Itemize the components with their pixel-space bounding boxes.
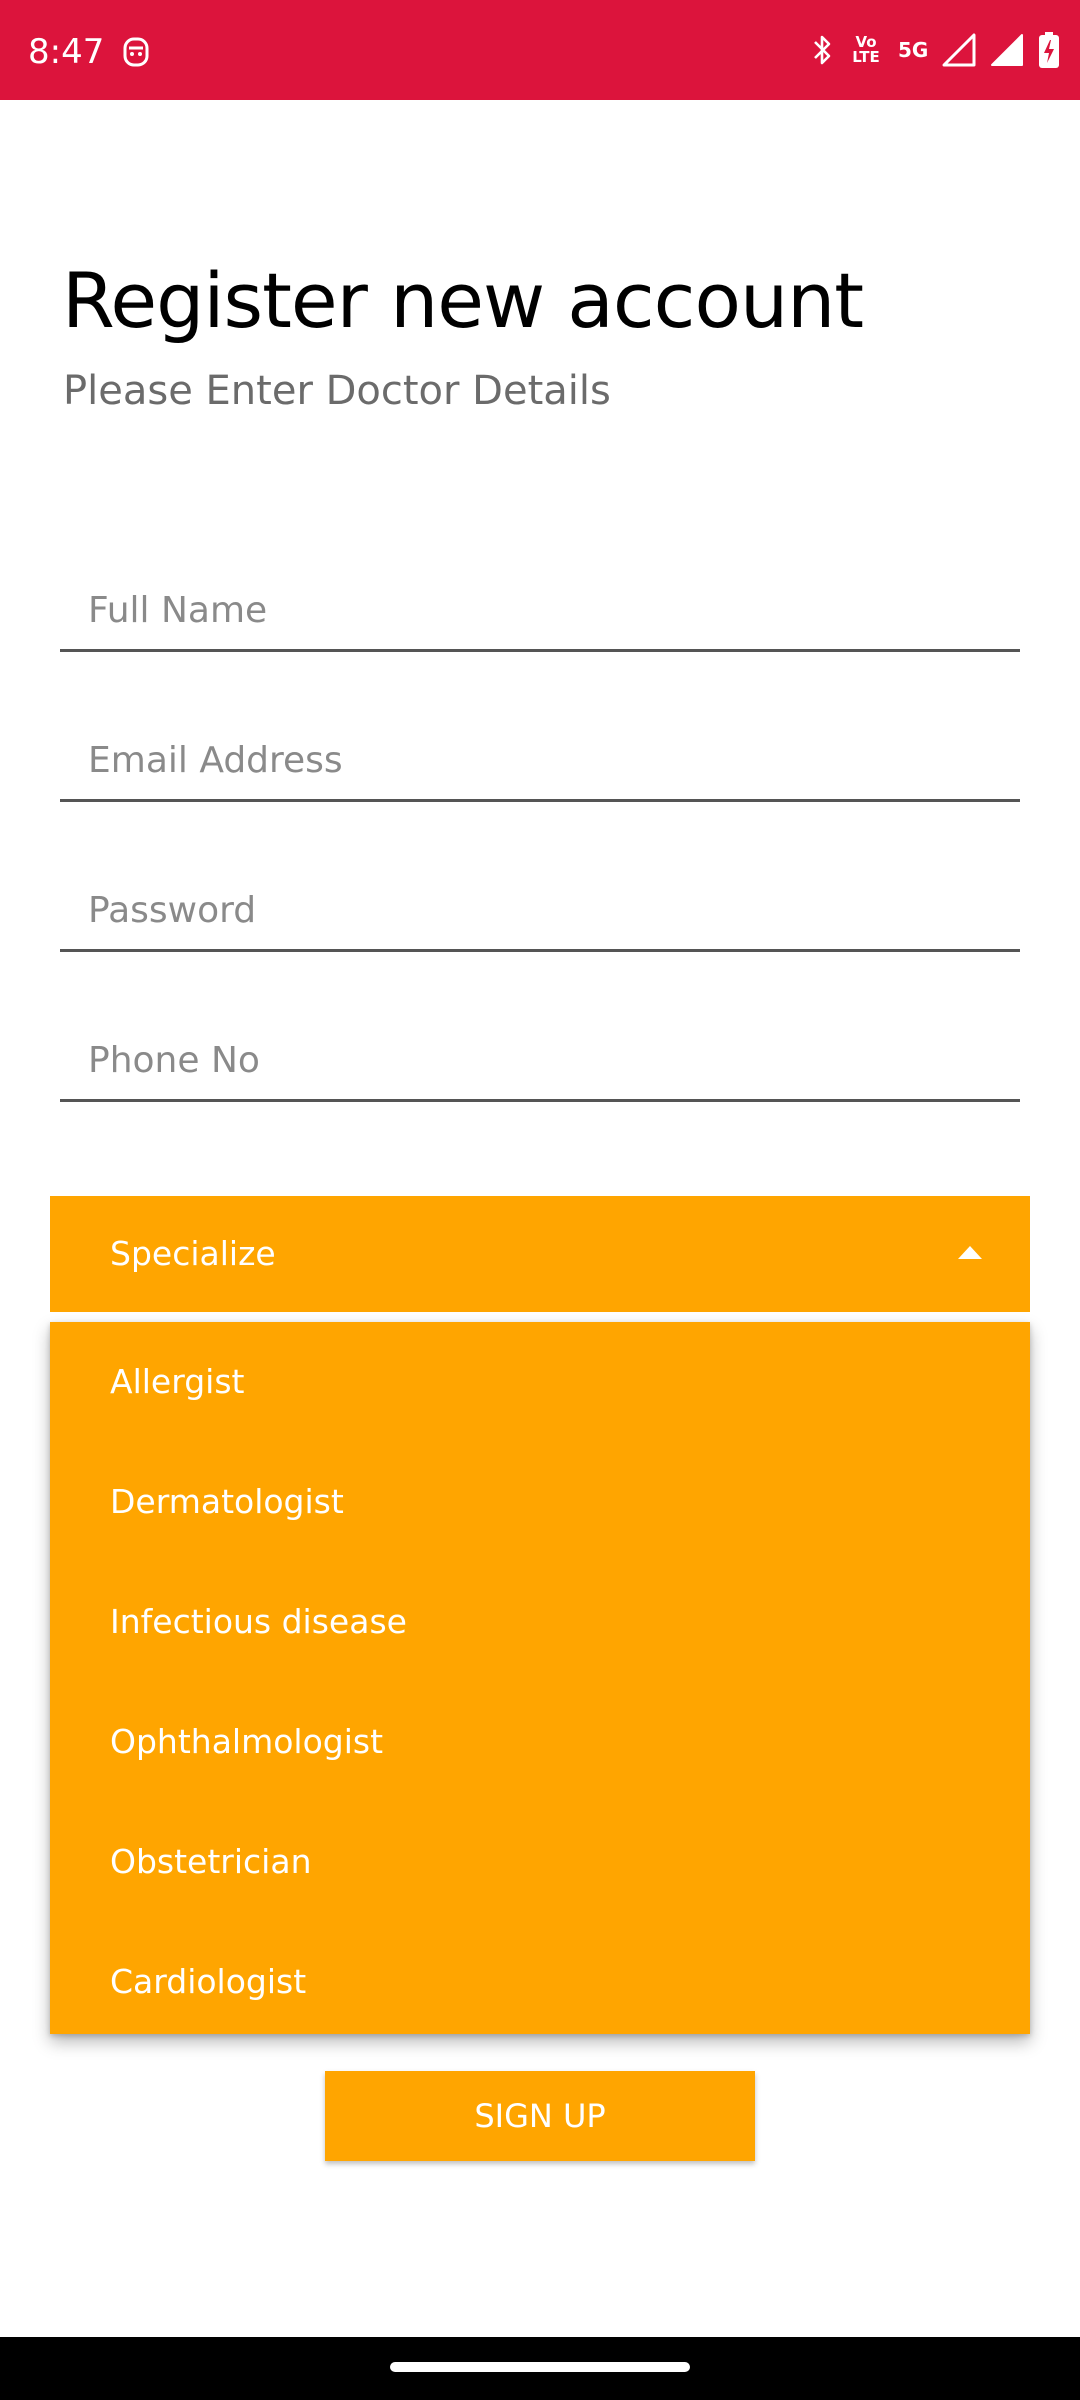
dropdown-option[interactable]: Obstetrician <box>50 1802 1030 1922</box>
dropdown-option-label: Dermatologist <box>110 1482 344 1521</box>
full-name-field[interactable] <box>60 572 1020 649</box>
volte-icon: Vo LTE <box>848 35 884 65</box>
dropdown-option[interactable]: Ophthalmologist <box>50 1682 1030 1802</box>
dropdown-option-label: Obstetrician <box>110 1842 312 1881</box>
dropdown-option[interactable]: Infectious disease <box>50 1562 1030 1682</box>
signal-icon <box>991 34 1023 66</box>
specialize-label: Specialize <box>110 1234 276 1273</box>
app-notification-icon <box>123 37 149 67</box>
page-subtitle: Please Enter Doctor Details <box>63 368 611 414</box>
specialize-spinner[interactable]: Specialize <box>50 1196 1030 1312</box>
phone-field-container <box>60 1022 1020 1102</box>
status-time: 8:47 <box>28 32 105 72</box>
password-field-container <box>60 872 1020 952</box>
dropdown-option[interactable]: Dermatologist <box>50 1442 1030 1562</box>
volte-bottom-label: LTE <box>852 48 880 66</box>
status-bar: 8:47 Vo LTE 5G <box>0 0 1080 100</box>
dropdown-option[interactable]: Cardiologist <box>50 1922 1030 2042</box>
signal-icon <box>942 33 976 67</box>
bluetooth-icon <box>814 35 831 65</box>
home-indicator[interactable] <box>390 2362 690 2372</box>
full-name-field-container <box>60 572 1020 652</box>
dropdown-option[interactable]: Allergist <box>50 1322 1030 1442</box>
dropdown-option-label: Cardiologist <box>110 1962 307 2001</box>
caret-up-icon <box>958 1246 982 1259</box>
status-icons: Vo LTE 5G <box>810 30 1060 70</box>
specialize-dropdown: Allergist Dermatologist Infectious disea… <box>50 1322 1030 2034</box>
network-type-label: 5G <box>898 38 929 62</box>
navigation-bar <box>0 2337 1080 2400</box>
password-field[interactable] <box>60 872 1020 949</box>
dropdown-option-label: Ophthalmologist <box>110 1722 384 1761</box>
email-field[interactable] <box>60 722 1020 799</box>
sign-up-button[interactable]: SIGN UP <box>325 2071 755 2161</box>
page-title: Register new account <box>62 256 864 345</box>
dropdown-option-label: Infectious disease <box>110 1602 407 1641</box>
battery-charging-icon <box>1039 32 1059 68</box>
dropdown-option-label: Allergist <box>110 1362 245 1401</box>
phone-field[interactable] <box>60 1022 1020 1099</box>
email-field-container <box>60 722 1020 802</box>
